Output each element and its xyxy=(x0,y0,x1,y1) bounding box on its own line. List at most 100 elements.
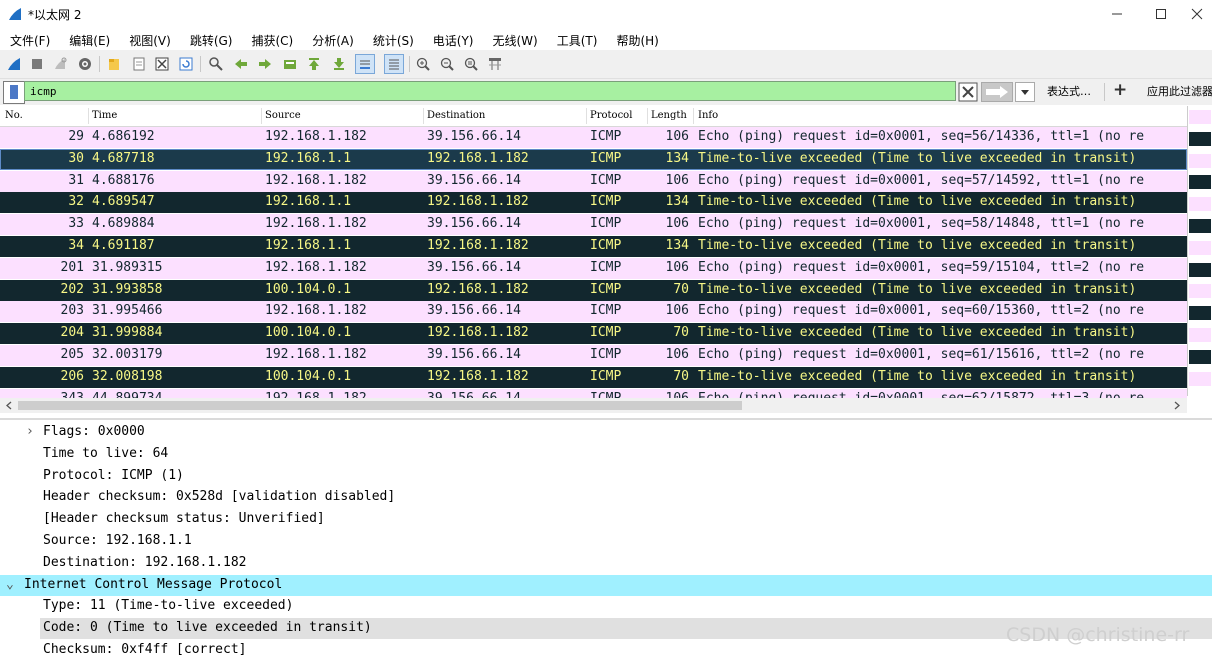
column-header-protocol[interactable]: Protocol xyxy=(590,110,632,121)
packet-length-cell: 106 xyxy=(665,216,689,232)
chevron-right-icon[interactable]: › xyxy=(26,424,34,439)
packet-no-cell: 205 xyxy=(60,347,84,362)
packet-no-cell: 343 xyxy=(61,391,84,398)
packet-protocol-cell: ICMP xyxy=(590,194,622,210)
add-filter-button[interactable]: + xyxy=(1113,80,1127,100)
file-icon[interactable] xyxy=(130,55,148,73)
resize-columns-icon[interactable] xyxy=(486,55,504,73)
menu-item[interactable]: 视图(V) xyxy=(119,28,180,50)
maximize-button[interactable] xyxy=(1138,0,1184,28)
menu-item[interactable]: 编辑(E) xyxy=(59,28,119,50)
menu-item[interactable]: 工具(T) xyxy=(547,28,607,50)
reload-icon[interactable] xyxy=(177,55,195,73)
zoom-in-icon[interactable] xyxy=(414,55,432,73)
menu-item[interactable]: 统计(S) xyxy=(363,28,423,50)
protocol-tree-node[interactable]: ⌄ Internet Control Message Protocol xyxy=(0,574,1212,596)
column-header-no[interactable]: No. xyxy=(5,110,23,121)
packet-protocol-cell: ICMP xyxy=(590,216,622,232)
menu-item[interactable]: 文件(F) xyxy=(0,28,59,50)
packet-info-cell: Time-to-live exceeded (Time to live exce… xyxy=(698,238,1137,253)
open-folder-icon[interactable] xyxy=(105,55,123,73)
packet-time-cell: 31.993858 xyxy=(92,281,163,297)
packet-source-cell: 192.168.1.182 xyxy=(265,172,367,188)
packet-destination-cell: 192.168.1.182 xyxy=(427,194,529,210)
menu-item[interactable]: 帮助(H) xyxy=(606,28,667,50)
first-packet-icon[interactable] xyxy=(305,55,323,73)
packet-row[interactable]: 29 4.686192 192.168.1.182 39.156.66.14 ICMP 1… xyxy=(0,127,1187,148)
autoscroll-icon[interactable] xyxy=(355,54,375,74)
column-header-time[interactable]: Time xyxy=(92,110,117,121)
packet-destination-cell: 192.168.1.182 xyxy=(427,325,529,341)
menu-item[interactable]: 跳转(G) xyxy=(180,28,242,50)
column-header-destination[interactable]: Destination xyxy=(427,110,485,121)
zoom-normal-icon[interactable] xyxy=(462,55,480,73)
packet-row[interactable]: 204 31.999884 100.104.0.1 192.168.1.182 ICMP… xyxy=(0,323,1187,345)
packet-time-cell: 4.686192 xyxy=(92,129,155,144)
menu-item[interactable]: 电话(Y) xyxy=(423,28,483,50)
packet-minimap[interactable] xyxy=(1187,106,1212,396)
packet-row[interactable]: 34 4.691187 192.168.1.1 192.168.1.182 ICMP 13… xyxy=(0,236,1187,257)
close-button[interactable] xyxy=(1182,0,1212,28)
detail-field-row[interactable]: Destination: 192.168.1.182 xyxy=(0,553,1212,574)
packet-destination-cell: 192.168.1.182 xyxy=(427,281,529,297)
find-icon[interactable] xyxy=(207,55,225,73)
minimize-button[interactable] xyxy=(1094,0,1140,28)
last-packet-icon[interactable] xyxy=(330,55,348,73)
menu-item[interactable]: 分析(A) xyxy=(302,28,363,50)
colorize-icon[interactable] xyxy=(384,54,404,74)
scroll-right-icon[interactable] xyxy=(1171,398,1183,413)
packet-row[interactable]: 202 31.993858 100.104.0.1 192.168.1.182 ICMP… xyxy=(0,279,1187,301)
filter-button-label[interactable]: 应用此过滤器 xyxy=(1147,83,1212,99)
menu-item[interactable]: 无线(W) xyxy=(483,28,547,50)
expression-button[interactable]: 表达式… xyxy=(1047,83,1091,99)
restart-icon[interactable] xyxy=(51,55,69,73)
shark-fin-start-icon[interactable] xyxy=(5,55,23,73)
stop-icon[interactable] xyxy=(28,55,46,73)
packet-length-cell: 134 xyxy=(665,194,689,210)
menu-item[interactable]: 捕获(C) xyxy=(241,28,302,50)
clear-filter-button[interactable] xyxy=(958,82,978,102)
packet-row[interactable]: 206 32.008198 100.104.0.1 192.168.1.182 ICMP… xyxy=(0,366,1187,388)
chevron-down-icon[interactable]: ⌄ xyxy=(6,577,14,592)
scrollbar-thumb[interactable] xyxy=(18,401,742,410)
minimap-mark xyxy=(1189,153,1211,168)
options-gear-icon[interactable] xyxy=(76,55,94,73)
filter-history-dropdown[interactable] xyxy=(1015,82,1035,102)
packet-row[interactable]: 343 44.899734 192.168.1.182 39.156.66.14 ICM… xyxy=(0,388,1187,398)
detail-field-row[interactable]: › Flags: 0x0000 xyxy=(0,422,1212,443)
packet-protocol-cell: ICMP xyxy=(590,368,622,384)
bookmark-icon xyxy=(10,85,18,99)
display-filter-input[interactable]: icmp xyxy=(24,81,956,101)
packet-length-cell: 106 xyxy=(665,259,689,275)
packet-row[interactable]: 205 32.003179 192.168.1.182 39.156.66.14 ICM… xyxy=(0,345,1187,366)
packet-row[interactable]: 33 4.689884 192.168.1.182 39.156.66.14 ICMP 1… xyxy=(0,214,1187,236)
detail-field-row[interactable]: Header checksum: 0x528d [validation disa… xyxy=(0,487,1212,508)
column-header-info[interactable]: Info xyxy=(698,110,718,121)
packet-row[interactable]: 30 4.687718 192.168.1.1 192.168.1.182 ICMP 13… xyxy=(0,148,1187,170)
packet-row[interactable]: 203 31.995466 192.168.1.182 39.156.66.14 ICM… xyxy=(0,301,1187,323)
packet-no-cell: 30 xyxy=(68,150,84,166)
scroll-left-icon[interactable] xyxy=(3,398,15,413)
packet-destination-cell: 192.168.1.182 xyxy=(427,150,529,166)
column-header-source[interactable]: Source xyxy=(265,110,301,121)
close-icon xyxy=(1191,8,1203,20)
packet-row[interactable]: 201 31.989315 192.168.1.182 39.156.66.14 ICM… xyxy=(0,257,1187,279)
packet-row[interactable]: 32 4.689547 192.168.1.1 192.168.1.182 ICMP 13… xyxy=(0,192,1187,214)
close-file-icon[interactable] xyxy=(153,55,171,73)
filter-bookmark-button[interactable] xyxy=(3,81,25,104)
goto-packet-icon[interactable] xyxy=(281,55,299,73)
apply-filter-button[interactable] xyxy=(981,82,1013,102)
packet-row[interactable]: 31 4.688176 192.168.1.182 39.156.66.14 ICMP 1… xyxy=(0,170,1187,192)
detail-field-row[interactable]: Protocol: ICMP (1) xyxy=(0,466,1212,487)
column-header-length[interactable]: Length xyxy=(651,110,687,121)
detail-field-row[interactable]: Type: 11 (Time-to-live exceeded) xyxy=(0,596,1212,617)
packet-list-horizontal-scrollbar[interactable] xyxy=(0,398,1187,413)
detail-field-row[interactable]: [Header checksum status: Unverified] xyxy=(0,509,1212,530)
detail-field-text: [Header checksum status: Unverified] xyxy=(43,511,325,527)
back-arrow-icon[interactable] xyxy=(232,55,250,73)
zoom-out-icon[interactable] xyxy=(438,55,456,73)
detail-field-row[interactable]: Source: 192.168.1.1 xyxy=(0,531,1212,552)
forward-arrow-icon[interactable] xyxy=(256,55,274,73)
detail-field-row[interactable]: Time to live: 64 xyxy=(0,444,1212,465)
minimap-mark xyxy=(1189,306,1211,321)
